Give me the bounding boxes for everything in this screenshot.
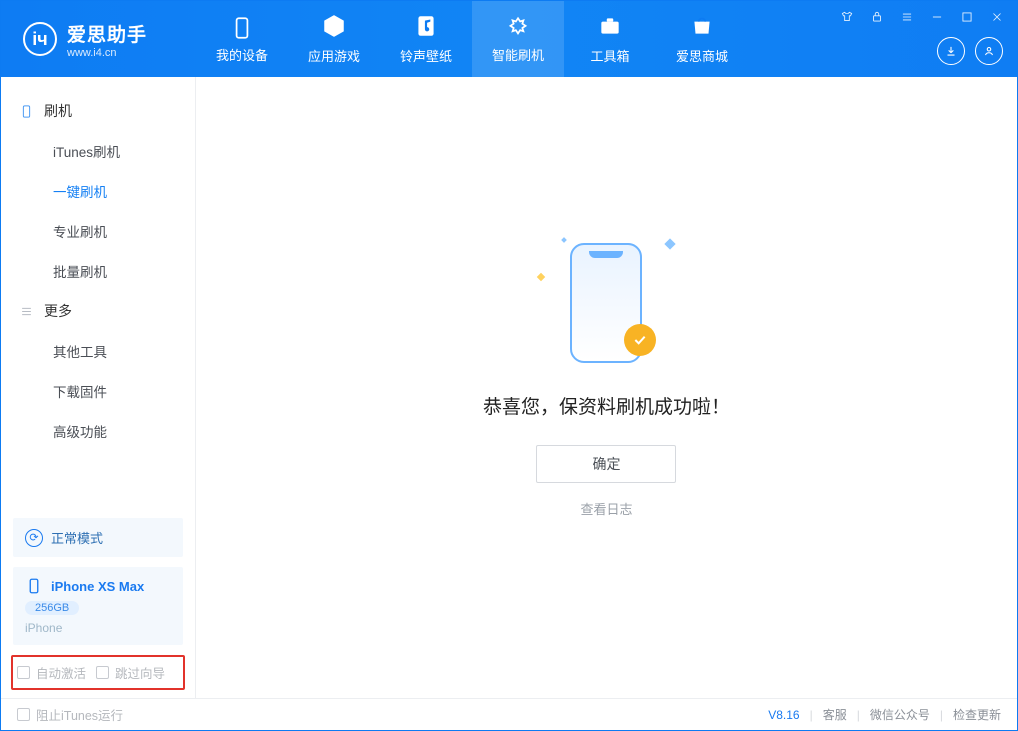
support-link[interactable]: 客服 [823,706,847,723]
check-icon [624,324,656,356]
checkbox-stop-itunes[interactable]: 阻止iTunes运行 [17,705,123,724]
app-name: 爱思助手 [67,20,147,47]
tab-smart-flash[interactable]: 智能刷机 [472,1,564,77]
status-bar: 阻止iTunes运行 V8.16 | 客服 | 微信公众号 | 检查更新 [1,698,1017,730]
sidebar-group-flash: 刷机 [1,91,195,131]
minimize-icon[interactable] [929,9,945,25]
device-capacity: 256GB [25,601,79,615]
checkbox-icon [96,666,109,679]
body: 刷机 iTunes刷机 一键刷机 专业刷机 批量刷机 更多 其他工具 下载固件 … [1,77,1017,698]
checkbox-auto-activate[interactable]: 自动激活 [17,663,86,682]
ok-button[interactable]: 确定 [536,445,676,483]
download-icon[interactable] [937,37,965,65]
main-content: 恭喜您，保资料刷机成功啦！ 确定 查看日志 [196,77,1017,698]
app-window: iч 爱思助手 www.i4.cn 我的设备 应用游戏 铃声壁纸 智能刷机 [0,0,1018,731]
close-icon[interactable] [989,9,1005,25]
mode-icon: ⟳ [25,529,43,547]
sidebar-item-advanced[interactable]: 高级功能 [1,411,195,451]
version-label: V8.16 [768,708,799,722]
menu-icon[interactable] [899,9,915,25]
checkbox-icon [17,708,30,721]
sidebar-item-oneclick-flash[interactable]: 一键刷机 [1,171,195,211]
tshirt-icon[interactable] [839,9,855,25]
flash-options-highlight: 自动激活 跳过向导 [11,655,185,690]
lock-icon[interactable] [869,9,885,25]
tab-store[interactable]: 爱思商城 [656,1,748,77]
tab-ringtones-wallpapers[interactable]: 铃声壁纸 [380,1,472,77]
main-tabs: 我的设备 应用游戏 铃声壁纸 智能刷机 工具箱 爱思商城 [196,1,748,77]
maximize-icon[interactable] [959,9,975,25]
tab-toolbox[interactable]: 工具箱 [564,1,656,77]
tab-apps-games[interactable]: 应用游戏 [288,1,380,77]
device-subtype: iPhone [25,621,171,635]
device-name: iPhone XS Max [51,579,144,594]
device-mode-card[interactable]: ⟳ 正常模式 [13,518,183,557]
sidebar-item-download-firmware[interactable]: 下载固件 [1,371,195,411]
sidebar-item-pro-flash[interactable]: 专业刷机 [1,211,195,251]
phone-icon [25,577,43,595]
sidebar-item-batch-flash[interactable]: 批量刷机 [1,251,195,291]
check-update-link[interactable]: 检查更新 [953,706,1001,723]
tab-my-device[interactable]: 我的设备 [196,1,288,77]
device-mode-label: 正常模式 [51,528,103,547]
wechat-link[interactable]: 微信公众号 [870,706,930,723]
success-illustration [506,228,706,378]
window-controls [827,1,1017,33]
sidebar-item-itunes-flash[interactable]: iTunes刷机 [1,131,195,171]
sidebar-item-other-tools[interactable]: 其他工具 [1,331,195,371]
checkbox-icon [17,666,30,679]
flash-result: 恭喜您，保资料刷机成功啦！ 确定 查看日志 [483,228,730,518]
view-log-link[interactable]: 查看日志 [580,499,632,518]
user-icon[interactable] [975,37,1003,65]
title-bar: iч 爱思助手 www.i4.cn 我的设备 应用游戏 铃声壁纸 智能刷机 [1,1,1017,77]
app-url: www.i4.cn [67,47,147,59]
sidebar-group-more: 更多 [1,291,195,331]
sidebar: 刷机 iTunes刷机 一键刷机 专业刷机 批量刷机 更多 其他工具 下载固件 … [1,77,196,698]
checkbox-skip-guide[interactable]: 跳过向导 [96,663,165,682]
success-message: 恭喜您，保资料刷机成功啦！ [483,392,730,419]
logo[interactable]: iч 爱思助手 www.i4.cn [1,1,196,77]
device-card[interactable]: iPhone XS Max 256GB iPhone [13,567,183,645]
logo-icon: iч [23,22,57,56]
